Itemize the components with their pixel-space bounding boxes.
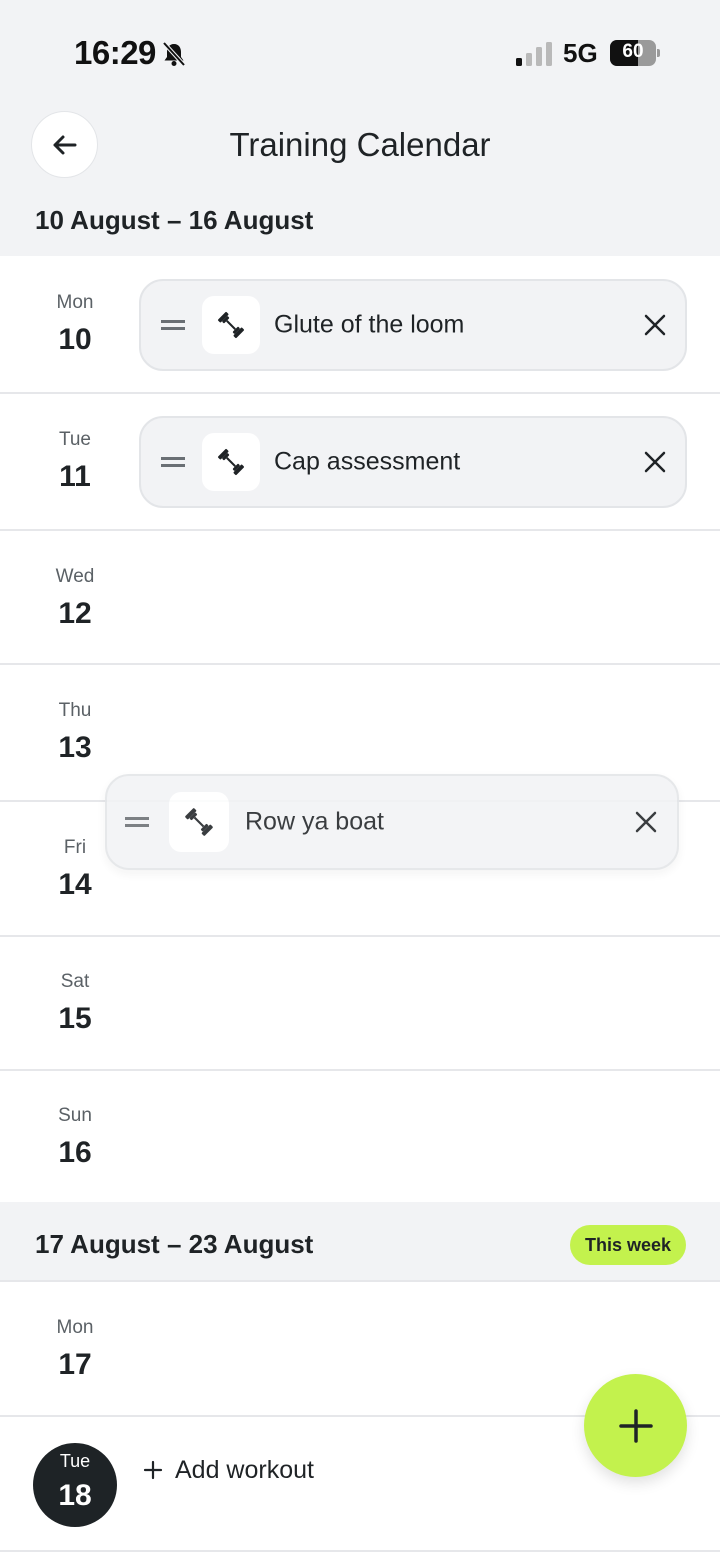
workout-name: Glute of the loom <box>274 310 465 339</box>
this-week-badge: This week <box>570 1225 687 1265</box>
day-number: 17 <box>58 1348 92 1381</box>
day-row-sun-16[interactable]: Sun 16 <box>0 1071 720 1202</box>
signal-icon <box>516 42 552 66</box>
workout-card[interactable]: Glute of the loom <box>139 279 687 371</box>
dumbbell-icon <box>202 433 260 491</box>
day-of-week: Tue <box>58 429 92 450</box>
drag-handle-icon[interactable] <box>161 320 185 330</box>
day-number: 10 <box>58 323 92 356</box>
workout-card[interactable]: Cap assessment <box>139 416 687 508</box>
workout-name: Cap assessment <box>274 447 461 476</box>
workout-name: Row ya boat <box>245 807 384 836</box>
week-range-title: 10 August – 16 August <box>35 205 314 235</box>
today-indicator[interactable]: Tue 18 <box>33 1443 117 1527</box>
day-of-week: Wed <box>55 566 95 587</box>
day-number: 15 <box>58 1002 92 1035</box>
dumbbell-icon <box>169 792 229 852</box>
status-time: 16:29 <box>74 34 156 71</box>
day-of-week: Mon <box>56 292 94 313</box>
day-of-week: Sat <box>60 971 90 992</box>
week-range-title: 17 August – 23 August <box>35 1229 314 1259</box>
day-of-week: Tue <box>59 1451 91 1471</box>
close-icon[interactable] <box>643 450 667 474</box>
day-number: 13 <box>58 731 92 764</box>
drag-handle-icon[interactable] <box>125 817 149 827</box>
day-of-week: Sun <box>58 1105 92 1126</box>
close-icon[interactable] <box>634 810 658 834</box>
bell-muted-icon <box>162 41 186 67</box>
header-area: 16:29 5G 60 Training Calendar 10 August … <box>0 0 720 256</box>
drag-handle-icon[interactable] <box>161 457 185 467</box>
day-row-sat-15[interactable]: Sat 15 <box>0 937 720 1071</box>
battery-level: 60 <box>622 41 644 62</box>
day-of-week: Mon <box>56 1317 94 1338</box>
day-of-week: Thu <box>58 700 92 721</box>
add-workout-button[interactable]: Add workout <box>143 1453 314 1487</box>
add-fab-button[interactable] <box>584 1374 687 1477</box>
network-type: 5G <box>563 38 598 68</box>
day-number: 11 <box>59 460 91 493</box>
plus-icon <box>143 1460 163 1480</box>
day-number: 16 <box>58 1136 92 1169</box>
day-row-wed-12[interactable]: Wed 12 <box>0 531 720 665</box>
workout-card-dragging[interactable]: Row ya boat <box>105 774 679 870</box>
week-header: 17 August – 23 August This week <box>0 1202 720 1282</box>
day-number: 12 <box>58 597 92 630</box>
battery-icon: 60 <box>610 40 660 66</box>
close-icon[interactable] <box>643 313 667 337</box>
page-title: Training Calendar <box>229 126 491 163</box>
day-number: 18 <box>58 1479 92 1512</box>
plus-icon <box>618 1408 653 1443</box>
add-workout-label: Add workout <box>175 1455 314 1484</box>
dumbbell-icon <box>202 296 260 354</box>
day-number: 14 <box>58 868 92 901</box>
